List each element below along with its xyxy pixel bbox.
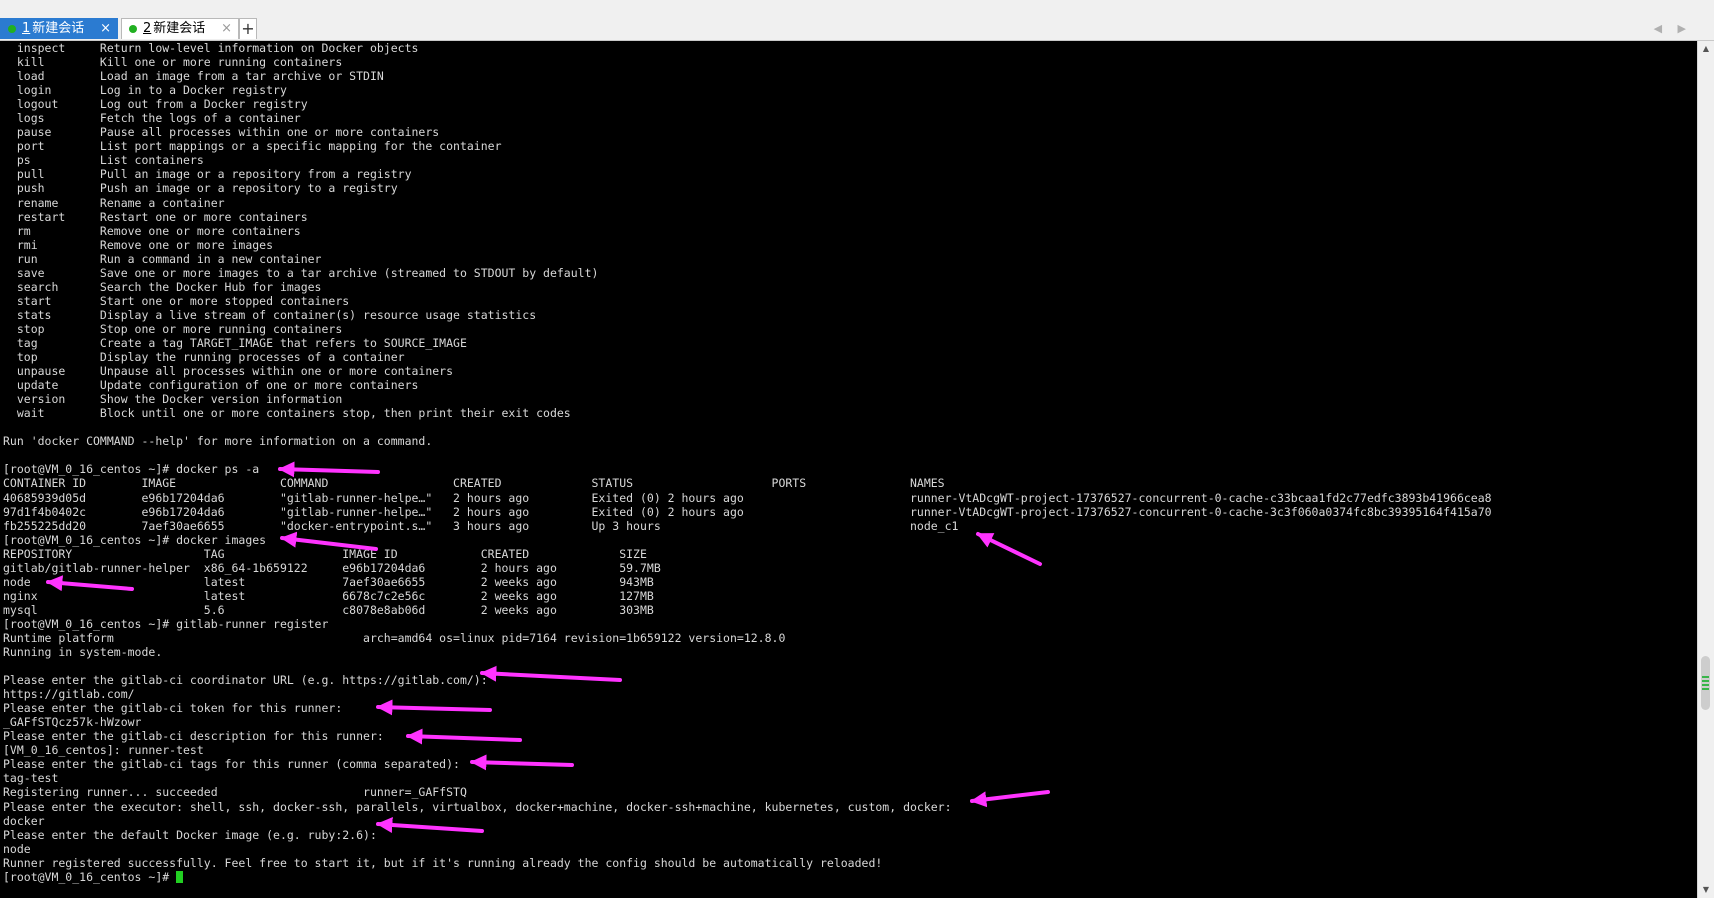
terminal-line: nginx latest 6678c7c2e56c 2 weeks ago 12… <box>3 588 654 603</box>
connected-status-icon <box>129 25 137 33</box>
terminal-line: Please enter the gitlab-ci coordinator U… <box>3 673 488 688</box>
terminal-line: fb255225dd20 7aef30ae6655 "docker-entryp… <box>3 518 959 533</box>
tab-title: 新建会话 <box>153 21 206 36</box>
terminal-line: version Show the Docker version informat… <box>3 392 343 407</box>
terminal-line: pause Pause all processes within one or … <box>3 125 440 140</box>
terminal-line: save Save one or more images to a tar ar… <box>3 265 599 280</box>
connected-status-icon <box>8 25 16 33</box>
terminal-line: gitlab/gitlab-runner-helper x86_64-1b659… <box>3 560 661 575</box>
terminal-line: Runtime platform arch=amd64 os=linux pid… <box>3 630 786 645</box>
add-tab-button[interactable]: + <box>239 18 257 39</box>
session-tab-bar: 1 新建会话 × 2 新建会话 × + ◀ ▶ <box>0 18 1714 41</box>
terminal-line: ps List containers <box>3 153 204 168</box>
terminal-line: load Load an image from a tar archive or… <box>3 69 384 84</box>
terminal-line: kill Kill one or more running containers <box>3 55 343 70</box>
terminal-line: CONTAINER ID IMAGE COMMAND CREATED STATU… <box>3 476 945 491</box>
terminal-lines: inspect Return low-level information on … <box>0 41 1697 884</box>
terminal-line: [root@VM_0_16_centos ~]# docker images <box>3 532 267 547</box>
text-cursor <box>176 870 184 883</box>
terminal-line: docker <box>3 813 45 828</box>
terminal-line: node <box>3 841 31 856</box>
terminal-line: [root@VM_0_16_centos ~]# gitlab-runner r… <box>3 616 329 631</box>
terminal-line: Registering runner... succeeded runner=_… <box>3 785 467 800</box>
terminal-line: Please enter the gitlab-ci token for thi… <box>3 701 343 716</box>
terminal-line: login Log in to a Docker registry <box>3 83 287 98</box>
terminal-line: rename Rename a container <box>3 195 225 210</box>
terminal-line: _GAFfSTQcz57k-hWzowr <box>3 715 142 730</box>
terminal-app-window: 1 新建会话 × 2 新建会话 × + ◀ ▶ inspect Return l… <box>0 0 1714 898</box>
terminal-line: top Display the running processes of a c… <box>3 350 405 365</box>
terminal-line: Please enter the gitlab-ci description f… <box>3 729 384 744</box>
terminal-line: stats Display a live stream of container… <box>3 307 537 322</box>
terminal-line: wait Block until one or more containers … <box>3 406 571 421</box>
terminal-line: run Run a command in a new container <box>3 251 322 266</box>
terminal-line: mysql 5.6 c8078e8ab06d 2 weeks ago 303MB <box>3 602 654 617</box>
terminal-line: node latest 7aef30ae6655 2 weeks ago 943… <box>3 574 654 589</box>
terminal-line: Runner registered successfully. Feel fre… <box>3 855 883 870</box>
terminal-line: 40685939d05d e96b17204da6 "gitlab-runner… <box>3 490 1492 505</box>
scroll-up-icon[interactable]: ▲ <box>1698 41 1714 57</box>
tab-title: 新建会话 <box>32 21 85 36</box>
tab-number: 2 <box>143 21 152 36</box>
scrollbar-grip-icon <box>1702 676 1709 690</box>
terminal-line: Please enter the default Docker image (e… <box>3 827 377 842</box>
terminal-line: inspect Return low-level information on … <box>3 41 419 55</box>
tab-number: 1 <box>22 21 31 36</box>
terminal-line: https://gitlab.com/ <box>3 687 135 702</box>
window-title-strip <box>0 0 1714 19</box>
close-icon[interactable]: × <box>221 19 232 39</box>
terminal-line: tag-test <box>3 771 59 786</box>
terminal-line: logout Log out from a Docker registry <box>3 97 308 112</box>
terminal-output[interactable]: inspect Return low-level information on … <box>0 41 1697 898</box>
tab-scroll-arrows-icon[interactable]: ◀ ▶ <box>1654 18 1692 39</box>
terminal-line: [root@VM_0_16_centos ~]# <box>3 870 1697 884</box>
terminal-line: rmi Remove one or more images <box>3 237 274 252</box>
terminal-line: pull Pull an image or a repository from … <box>3 167 412 182</box>
terminal-line: [VM_0_16_centos]: runner-test <box>3 743 204 758</box>
vertical-scrollbar[interactable]: ▲ ▼ <box>1697 41 1714 898</box>
terminal-line: tag Create a tag TARGET_IMAGE that refer… <box>3 335 467 350</box>
terminal-line: port List port mappings or a specific ma… <box>3 139 502 154</box>
terminal-line: rm Remove one or more containers <box>3 223 301 238</box>
terminal-line: Run 'docker COMMAND --help' for more inf… <box>3 434 433 449</box>
terminal-line: Please enter the gitlab-ci tags for this… <box>3 757 460 772</box>
terminal-line: update Update configuration of one or mo… <box>3 378 419 393</box>
terminal-line: start Start one or more stopped containe… <box>3 293 350 308</box>
terminal-line: 97d1f4b0402c e96b17204da6 "gitlab-runner… <box>3 504 1492 519</box>
terminal-line: search Search the Docker Hub for images <box>3 279 322 294</box>
scroll-down-icon[interactable]: ▼ <box>1698 882 1714 898</box>
tab-session-2[interactable]: 2 新建会话 × <box>121 18 239 39</box>
terminal-line: restart Restart one or more containers <box>3 209 308 224</box>
terminal-line: [root@VM_0_16_centos ~]# docker ps -a <box>3 462 260 477</box>
terminal-line: unpause Unpause all processes within one… <box>3 364 454 379</box>
tab-session-1[interactable]: 1 新建会话 × <box>0 18 118 39</box>
terminal-line: REPOSITORY TAG IMAGE ID CREATED SIZE <box>3 546 647 561</box>
terminal-line: logs Fetch the logs of a container <box>3 111 301 126</box>
close-icon[interactable]: × <box>100 19 111 39</box>
terminal-line: Please enter the executor: shell, ssh, d… <box>3 799 952 814</box>
terminal-line: push Push an image or a repository to a … <box>3 181 398 196</box>
terminal-line: Running in system-mode. <box>3 645 163 660</box>
terminal-line: stop Stop one or more running containers <box>3 321 343 336</box>
